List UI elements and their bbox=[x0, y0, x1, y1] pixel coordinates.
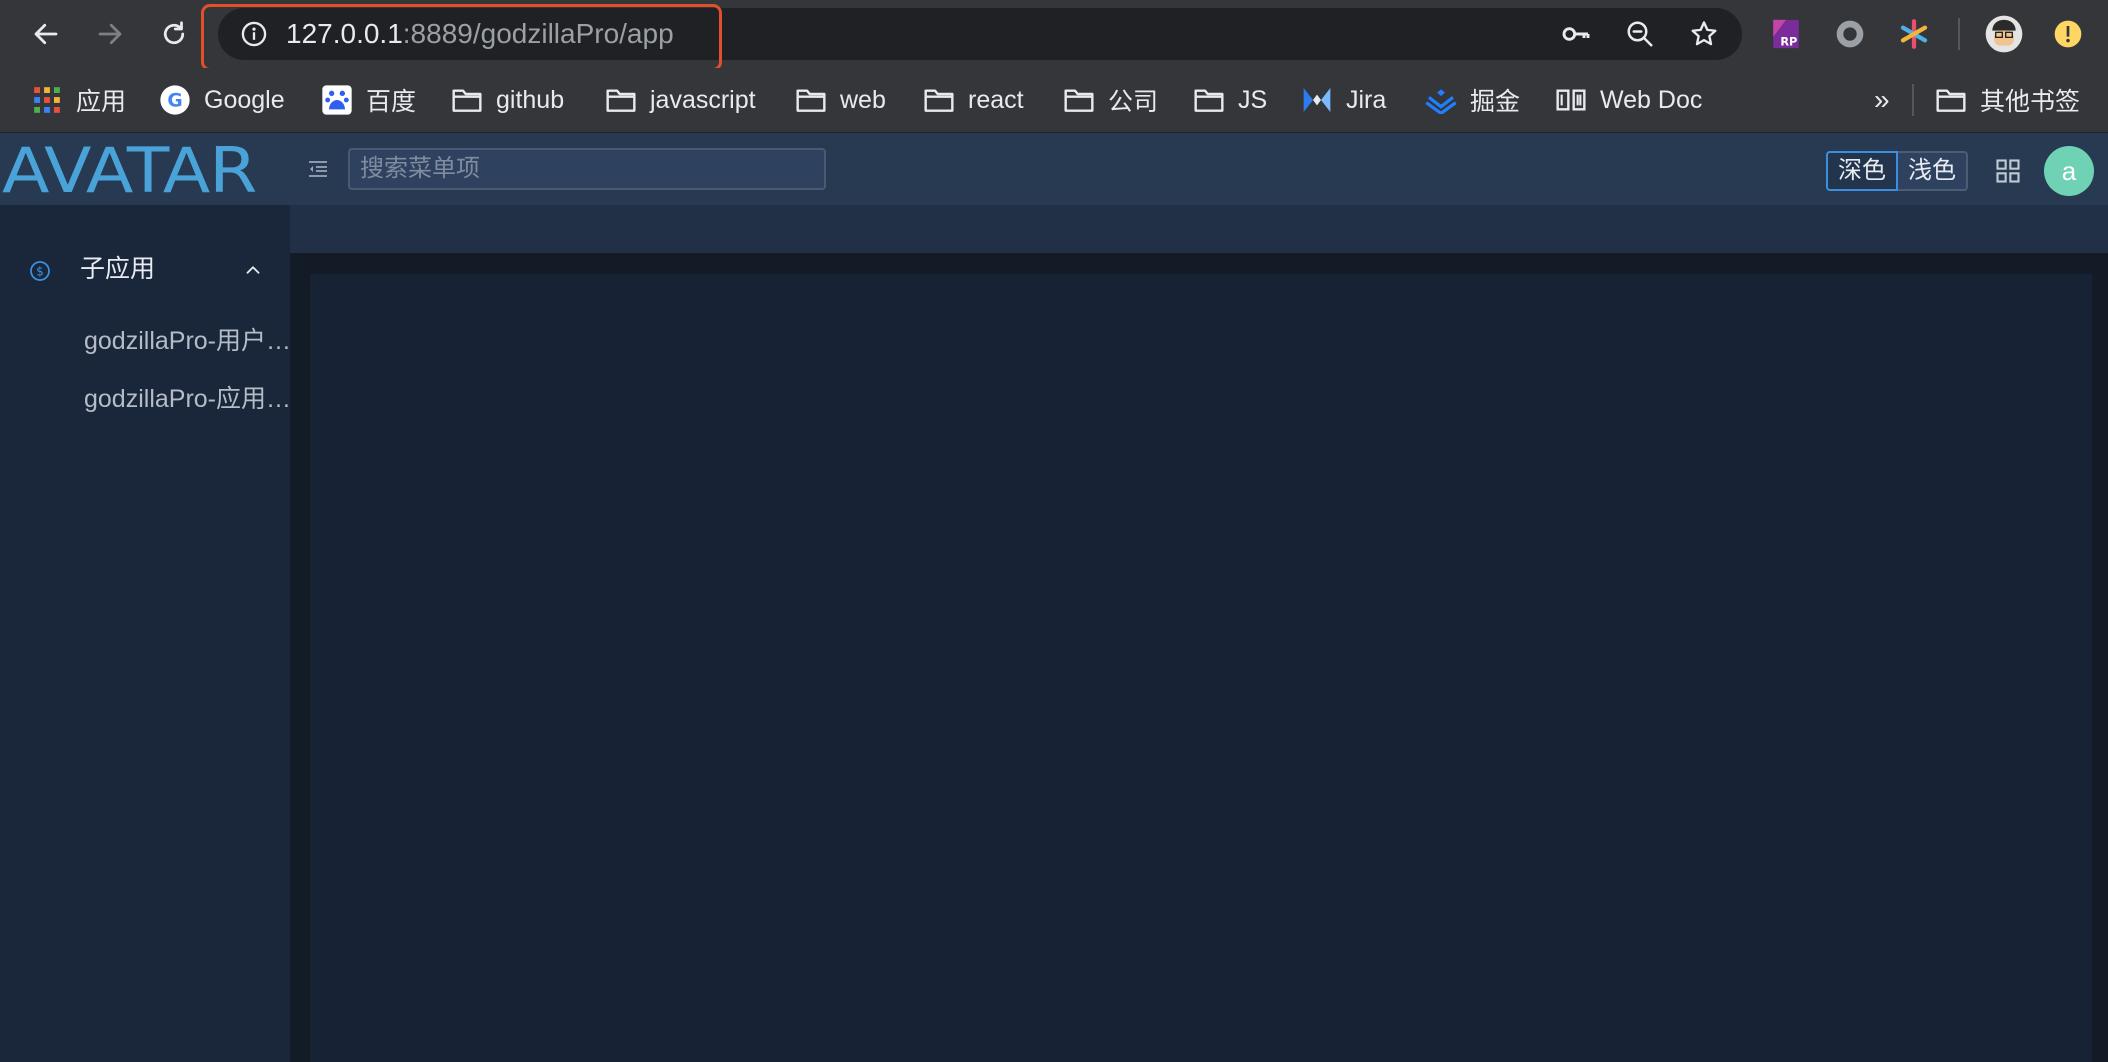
tabs-bar bbox=[290, 205, 2108, 253]
bookmark-label: Google bbox=[204, 85, 285, 114]
folder-icon bbox=[1934, 83, 1968, 117]
bookmark-baidu[interactable]: 百度 bbox=[320, 80, 416, 120]
reload-button[interactable] bbox=[154, 14, 194, 54]
bookmark-label: Web Doc bbox=[1600, 85, 1703, 114]
bookmark-react[interactable]: react bbox=[922, 80, 1024, 120]
bookmark-google[interactable]: G Google bbox=[158, 80, 285, 120]
bookmark-label: web bbox=[840, 85, 886, 114]
menu-search-input[interactable] bbox=[348, 148, 826, 190]
forward-button[interactable] bbox=[90, 14, 130, 54]
bookmark-label: 应用 bbox=[76, 88, 127, 116]
bookmark-apps[interactable]: 应用 bbox=[30, 80, 126, 120]
baidu-icon bbox=[320, 83, 354, 117]
update-alert-icon[interactable] bbox=[2048, 14, 2088, 54]
bookmark-js[interactable]: JS bbox=[1192, 80, 1267, 120]
bookmark-label: JS bbox=[1238, 85, 1268, 114]
bookmark-company[interactable]: 公司 bbox=[1062, 80, 1158, 120]
bookmarks-bar: 应用 G Google 百度 github javascript web rea… bbox=[0, 68, 2108, 133]
arrow-left-icon bbox=[34, 23, 58, 45]
bookmark-label: 百度 bbox=[366, 88, 417, 116]
zoom-out-icon[interactable] bbox=[1620, 14, 1660, 54]
google-icon: G bbox=[158, 83, 192, 117]
light-theme-button[interactable]: 浅色 bbox=[1898, 151, 1968, 191]
folder-icon bbox=[1192, 83, 1226, 117]
jira-icon bbox=[1300, 83, 1334, 117]
other-bookmarks-label: 其他书签 bbox=[1980, 88, 2081, 116]
sidebar-item-godzillapro-user[interactable]: godzillaPro-用户… bbox=[0, 315, 290, 369]
key-icon[interactable] bbox=[1556, 14, 1596, 54]
bookmarks-divider bbox=[1912, 84, 1914, 116]
apps-grid-icon bbox=[30, 83, 64, 117]
profile-avatar-icon[interactable] bbox=[1984, 14, 2024, 54]
bookmark-label: react bbox=[968, 85, 1024, 114]
back-button[interactable] bbox=[26, 14, 66, 54]
record-extension-icon[interactable] bbox=[1830, 14, 1870, 54]
content-area bbox=[290, 253, 2108, 1062]
bookmark-label: github bbox=[496, 85, 565, 114]
folder-icon bbox=[1062, 83, 1096, 117]
bookmark-webdoc[interactable]: Web Doc bbox=[1554, 80, 1702, 120]
menu-fold-icon[interactable] bbox=[306, 157, 330, 181]
sidebar: $ 子应用 godzillaPro-用户… godzillaPro-应用… bbox=[0, 205, 290, 1062]
sidebar-item-godzillapro-app[interactable]: godzillaPro-应用… bbox=[0, 373, 290, 427]
overflow-label: » bbox=[1874, 84, 1890, 115]
url-highlight-box bbox=[201, 4, 722, 71]
toolbar-divider bbox=[1958, 18, 1960, 50]
dark-theme-button[interactable]: 深色 bbox=[1826, 151, 1898, 191]
juejin-icon bbox=[1424, 83, 1458, 117]
theme-toggle: 深色 浅色 bbox=[1826, 151, 1968, 191]
bookmarks-overflow-button[interactable]: » bbox=[1874, 80, 1890, 120]
bookmark-jira[interactable]: Jira bbox=[1300, 80, 1386, 120]
app-header: AVATAR 深色 浅色 a bbox=[0, 133, 2108, 205]
svg-text:$: $ bbox=[36, 265, 44, 279]
content-card bbox=[310, 274, 2092, 1062]
folder-icon bbox=[450, 83, 484, 117]
sidebar-item-label: godzillaPro-应用… bbox=[84, 385, 288, 413]
app-grid-icon[interactable] bbox=[1994, 157, 2022, 185]
folder-icon bbox=[794, 83, 828, 117]
bookmark-javascript[interactable]: javascript bbox=[604, 80, 756, 120]
folder-icon bbox=[604, 83, 638, 117]
user-avatar[interactable]: a bbox=[2044, 146, 2094, 196]
axure-rp-extension-icon[interactable]: RP bbox=[1766, 14, 1806, 54]
folder-icon bbox=[922, 83, 956, 117]
asterisk-extension-icon[interactable] bbox=[1894, 14, 1934, 54]
other-bookmarks[interactable]: 其他书签 bbox=[1934, 80, 2080, 120]
submenu-sub-apps[interactable]: $ 子应用 bbox=[0, 241, 290, 297]
arrow-right-icon bbox=[98, 23, 122, 45]
dollar-circle-icon: $ bbox=[30, 261, 50, 281]
bookmark-juejin[interactable]: 掘金 bbox=[1424, 80, 1520, 120]
bookmark-web[interactable]: web bbox=[794, 80, 886, 120]
reload-icon bbox=[163, 21, 185, 45]
chevron-up-icon bbox=[246, 266, 260, 274]
browser-toolbar: 127.0.0.1:8889/godzillaPro/app RP bbox=[0, 0, 2108, 71]
bookmark-label: Jira bbox=[1346, 85, 1387, 114]
bookmark-star-icon[interactable] bbox=[1684, 14, 1724, 54]
svg-text:G: G bbox=[167, 91, 182, 112]
svg-text:RP: RP bbox=[1780, 34, 1797, 48]
bookmark-label: 掘金 bbox=[1470, 88, 1521, 116]
bookmark-label: 公司 bbox=[1108, 88, 1159, 116]
sidebar-item-label: godzillaPro-用户… bbox=[84, 327, 288, 355]
webdoc-icon bbox=[1554, 83, 1588, 117]
submenu-title: 子应用 bbox=[80, 255, 156, 283]
bookmark-label: javascript bbox=[650, 85, 756, 114]
app-logo[interactable]: AVATAR bbox=[2, 140, 257, 202]
bookmark-github[interactable]: github bbox=[450, 80, 564, 120]
